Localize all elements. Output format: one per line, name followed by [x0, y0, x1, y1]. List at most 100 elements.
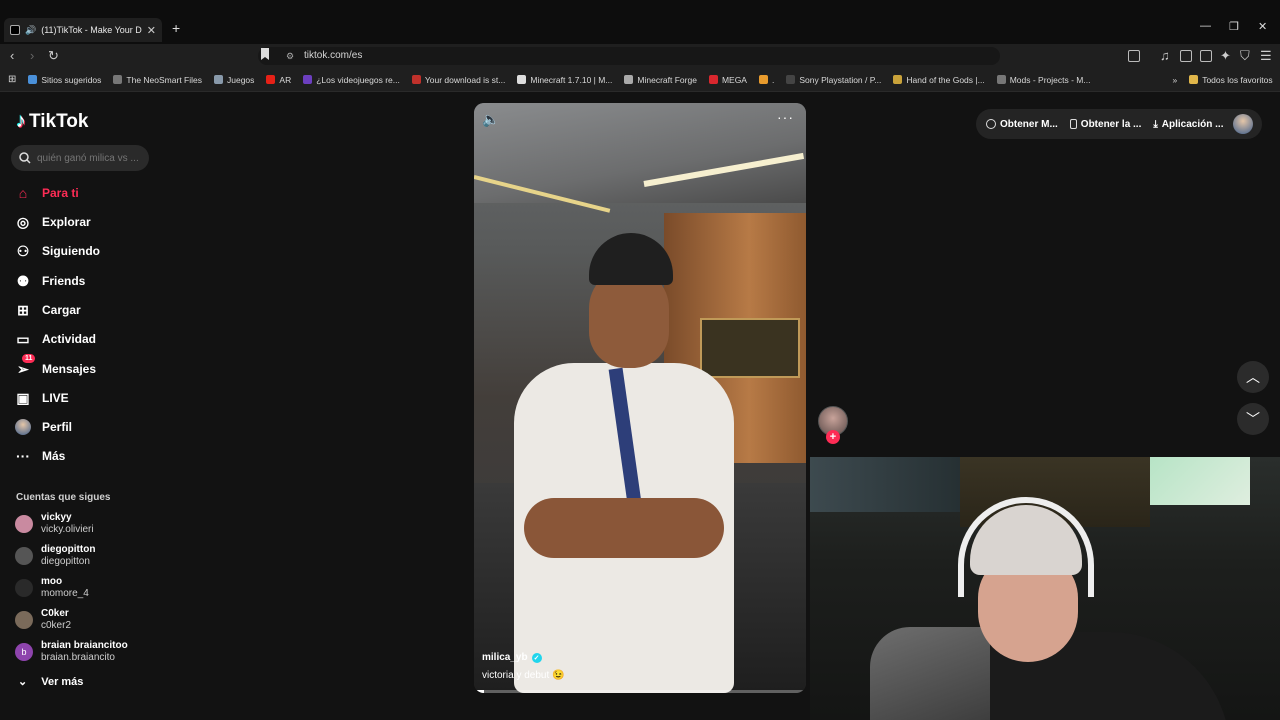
bookmark-favicon-icon — [303, 75, 313, 84]
profile-avatar — [14, 418, 32, 436]
bookmark-item[interactable]: Sitios sugeridos — [28, 75, 101, 85]
phone-icon — [1069, 119, 1077, 129]
tiktok-logo[interactable]: ♪ TikTok — [16, 110, 88, 133]
get-app-button[interactable]: Obtener la ... — [1069, 119, 1141, 130]
nav-actividad[interactable]: ▭ Actividad — [14, 330, 96, 348]
browser-tab-bar: 🔊 (11)TikTok - Make Your Day ✕ + — ❐ ✕ — [0, 0, 1280, 44]
coin-icon — [986, 119, 996, 129]
menu-icon[interactable]: ☰ — [1260, 48, 1272, 64]
profile-avatar-button[interactable] — [1233, 114, 1253, 134]
see-more-button[interactable]: ⌄ Ver más — [18, 675, 83, 689]
bookmark-favicon-icon — [113, 75, 123, 84]
followed-account[interactable]: moo momore_4 — [15, 576, 89, 600]
avatar — [15, 611, 33, 629]
next-video-button[interactable]: ﹀ — [1237, 403, 1269, 435]
search-box[interactable] — [11, 145, 149, 171]
bookmark-item[interactable]: Mods - Projects - M... — [996, 75, 1090, 85]
followed-account[interactable]: b braian braiancitoo braian.braiancito — [15, 640, 128, 664]
following-section-title: Cuentas que sigues — [16, 492, 111, 503]
avatar — [15, 515, 33, 533]
verified-icon: ✓ — [531, 652, 542, 663]
more-options-icon[interactable]: ··· — [777, 109, 794, 125]
tab-title: (11)TikTok - Make Your Day — [41, 25, 142, 35]
search-input[interactable] — [37, 152, 143, 164]
volume-icon[interactable]: 🔈 — [482, 111, 499, 128]
url-field[interactable]: ⚙ tiktok.com/es — [258, 47, 1000, 65]
maximize-icon[interactable]: ❐ — [1229, 20, 1239, 33]
bookmark-item[interactable]: Minecraft Forge — [624, 75, 697, 85]
apps-grid-icon[interactable]: ⊞ — [8, 74, 16, 85]
video-player[interactable]: 🔈 ··· milica_yb ✓ victoria y debut 😉 — [474, 103, 806, 693]
address-toolbar: ‹ › ↻ ⚙ tiktok.com/es ♫ ✦ ⛉ ☰ — [0, 44, 1280, 68]
bookmark-item[interactable]: Your download is st... — [411, 75, 505, 85]
top-actions-bar: Obtener M... Obtener la ... ⤓ Aplicación … — [976, 109, 1262, 139]
tab-close-icon[interactable]: ✕ — [147, 24, 156, 37]
wallet-icon[interactable] — [1200, 50, 1212, 62]
minimize-icon[interactable]: — — [1200, 20, 1211, 32]
close-window-icon[interactable]: ✕ — [1258, 20, 1267, 33]
url-text: tiktok.com/es — [304, 50, 363, 61]
followed-account[interactable]: vickyy vicky.olivieri — [15, 512, 94, 536]
tiktok-note-icon: ♪ — [16, 110, 26, 132]
nav-para-ti[interactable]: ⌂ Para ti — [14, 184, 79, 202]
bookmark-item[interactable]: MEGA — [708, 75, 747, 85]
bookmark-favicon-icon — [893, 75, 903, 84]
follow-plus-icon[interactable]: + — [826, 430, 840, 444]
nav-friends[interactable]: ⚉ Friends — [14, 272, 86, 290]
bookmark-item[interactable]: . — [758, 75, 774, 85]
avatar: b — [15, 643, 33, 661]
more-bookmarks-icon[interactable]: » — [1172, 75, 1177, 85]
bookmark-item[interactable]: ¿Los videojuegos re... — [303, 75, 400, 85]
ai-icon[interactable]: ✦ — [1220, 48, 1231, 64]
mega-icon — [708, 75, 718, 84]
friends-icon: ⚉ — [16, 272, 30, 289]
screenshot-icon[interactable] — [1128, 50, 1140, 62]
bookmark-favicon-icon — [996, 75, 1006, 84]
nav-explorar[interactable]: ◎ Explorar — [14, 213, 91, 231]
bookmark-item[interactable]: Hand of the Gods |... — [893, 75, 985, 85]
bookmark-item[interactable]: Sony Playstation / P... — [786, 75, 881, 85]
video-author[interactable]: milica_yb ✓ — [482, 652, 542, 663]
messages-badge: 11 — [22, 354, 36, 363]
avatar — [15, 579, 33, 597]
previous-video-button[interactable]: ︿ — [1237, 361, 1269, 393]
nav-perfil[interactable]: Perfil — [14, 418, 72, 436]
get-coins-button[interactable]: Obtener M... — [986, 119, 1058, 130]
speaker-icon: 🔊 — [25, 24, 37, 35]
bookmark-item[interactable]: AR — [266, 75, 291, 85]
nav-live[interactable]: ▣ LIVE — [14, 389, 68, 407]
bookmarks-bar: ⊞ Sitios sugeridos The NeoSmart Files Ju… — [0, 68, 1280, 92]
bookmark-favicon-icon — [758, 75, 768, 84]
music-icon[interactable]: ♫ — [1160, 48, 1170, 63]
youtube-icon — [266, 75, 276, 84]
browser-tab[interactable]: 🔊 (11)TikTok - Make Your Day ✕ — [4, 18, 162, 42]
video-caption: victoria y debut 😉 — [482, 670, 565, 681]
reload-icon[interactable]: ↻ — [48, 48, 59, 64]
nav-mas[interactable]: ··· Más — [14, 447, 65, 465]
forward-icon[interactable]: › — [30, 48, 34, 63]
bookmark-item[interactable]: Juegos — [214, 75, 254, 85]
compass-icon: ◎ — [16, 213, 30, 230]
upload-icon: ⊞ — [17, 301, 29, 318]
followed-account[interactable]: diegopitton diegopitton — [15, 544, 95, 568]
desktop-app-button[interactable]: ⤓ Aplicación ... — [1153, 119, 1223, 130]
bookmark-item[interactable]: The NeoSmart Files — [113, 75, 202, 85]
bookmark-favicon-icon — [786, 75, 796, 84]
followed-account[interactable]: C0ker c0ker2 — [15, 608, 71, 632]
all-favorites-folder[interactable]: Todos los favoritos — [1189, 75, 1273, 85]
live-icon: ▣ — [16, 389, 30, 406]
video-progress-bar[interactable] — [474, 690, 806, 693]
back-icon[interactable]: ‹ — [10, 48, 14, 63]
bookmark-item[interactable]: Minecraft 1.7.10 | M... — [517, 75, 612, 85]
chevron-up-icon: ︿ — [1246, 369, 1260, 385]
shield-icon[interactable]: ⛉ — [1240, 48, 1250, 64]
folder-icon — [1189, 75, 1199, 84]
new-tab-button[interactable]: + — [172, 20, 180, 36]
nav-cargar[interactable]: ⊞ Cargar — [14, 301, 81, 319]
nav-mensajes[interactable]: ➢ 11 Mensajes — [14, 354, 96, 378]
site-info-icon[interactable]: ⚙ — [286, 47, 294, 65]
nav-siguiendo[interactable]: ⚇ Siguiendo — [14, 242, 100, 260]
sidebar-icon[interactable] — [1180, 50, 1192, 62]
download-icon: ⤓ — [1153, 118, 1158, 130]
bookmark-icon[interactable] — [260, 48, 270, 60]
